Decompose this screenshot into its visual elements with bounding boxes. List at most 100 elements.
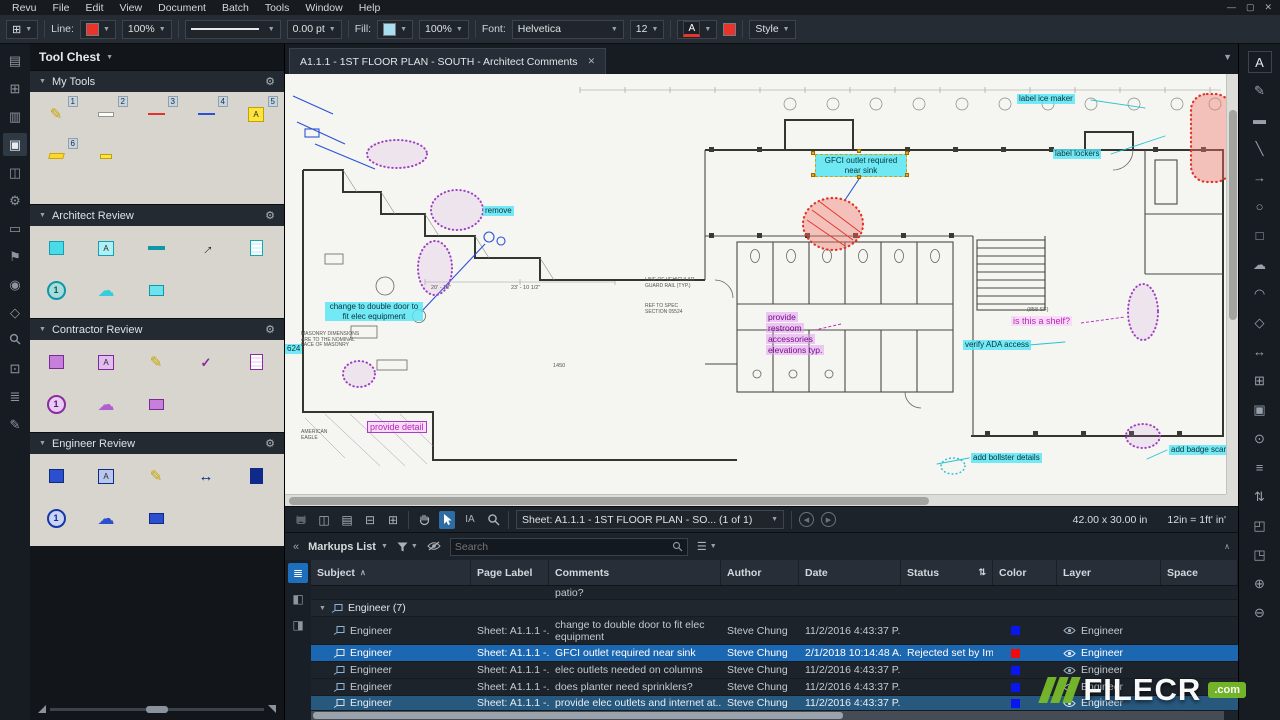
menu-batch[interactable]: Batch (214, 2, 257, 14)
section-header-my-tools[interactable]: ▼ My Tools ⚙ (30, 70, 284, 92)
tool-callout-blue[interactable] (139, 503, 173, 533)
tool-note-blue[interactable] (39, 461, 73, 491)
rectangle-icon[interactable]: □ (1248, 225, 1272, 247)
tool-note-purple[interactable] (39, 347, 73, 377)
tool-red-pen[interactable]: 3 (139, 96, 178, 129)
menu-edit[interactable]: Edit (77, 2, 111, 14)
fill-opacity-dropdown[interactable]: 100% ▼ (419, 19, 469, 39)
sort-icon[interactable]: ⇅ (1248, 486, 1272, 508)
tool-dimension-blue[interactable]: ↔ (189, 461, 223, 491)
list-options-icon[interactable]: ☰ ▼ (697, 540, 717, 553)
thumbnails-icon[interactable]: ⊞ (3, 77, 27, 100)
ellipse-icon[interactable]: ○ (1248, 196, 1272, 218)
collapse-panel-icon[interactable]: « (293, 541, 299, 553)
selection-handle[interactable] (905, 173, 909, 177)
search-input[interactable] (454, 540, 672, 553)
selection-handle[interactable] (857, 149, 861, 153)
menu-file[interactable]: File (45, 2, 78, 14)
close-icon[interactable]: ✕ (1264, 2, 1272, 13)
markup-remove[interactable]: remove (483, 206, 514, 216)
tool-callout-cyan[interactable] (139, 275, 173, 305)
continuous-pages-icon[interactable]: ▤ (339, 511, 355, 529)
column-space[interactable]: Space (1161, 560, 1238, 585)
tool-pencil-yellow[interactable]: ✎ (139, 347, 173, 377)
minimize-icon[interactable]: — (1227, 2, 1236, 13)
tool-blue-line[interactable]: 4 (189, 96, 228, 129)
tool-note-cyan[interactable] (39, 233, 73, 263)
table-icon[interactable]: ⊞ (1248, 370, 1272, 392)
expand-panel-icon[interactable]: ∧ (1224, 542, 1230, 551)
markups-list-view-icon[interactable]: ≣ (288, 563, 308, 583)
markup-shelf[interactable]: is this a shelf? (1011, 316, 1073, 326)
group-expand-icon[interactable]: ▼ (319, 605, 326, 612)
scrollbar-thumb[interactable] (1229, 110, 1237, 320)
tool-chest-header[interactable]: Tool Chest ▼ (30, 44, 284, 70)
stamps-icon[interactable]: ◉ (3, 273, 27, 296)
stamp-icon[interactable]: ⊙ (1248, 428, 1272, 450)
markup-gfci-selected[interactable]: GFCI outlet required near sink (815, 154, 907, 177)
properties-icon[interactable]: ▤ (3, 49, 27, 72)
markup-label-ice-maker[interactable]: label ice maker (1017, 94, 1075, 104)
menu-help[interactable]: Help (351, 2, 389, 14)
flags-icon[interactable]: ⚑ (3, 245, 27, 268)
view-forward-icon[interactable]: ▶ (821, 512, 836, 527)
font-dropdown[interactable]: Helvetica ▼ (511, 19, 624, 39)
zoom-out-icon[interactable]: ⊖ (1248, 602, 1272, 624)
slider-min-handle[interactable] (38, 705, 46, 713)
menu-revu[interactable]: Revu (4, 2, 45, 14)
style-dropdown[interactable]: Style ▼ (749, 19, 796, 39)
pan-hand-icon[interactable] (416, 511, 432, 529)
menu-document[interactable]: Document (150, 2, 214, 14)
split-view-icon[interactable]: ⊟ (362, 511, 378, 529)
column-layer[interactable]: Layer (1057, 560, 1161, 585)
table-row-selected[interactable]: Engineer Sheet: A1.1.1 -... GFCI outlet … (311, 645, 1238, 662)
document-tab[interactable]: A1.1.1 - 1ST FLOOR PLAN - SOUTH - Archit… (289, 48, 607, 74)
markups-horizontal-scrollbar[interactable] (311, 711, 1224, 720)
selection-handle[interactable] (857, 175, 861, 179)
tool-pencil[interactable]: ✎ 1 (39, 96, 78, 129)
tool-pencil-yellow[interactable]: ✎ (139, 461, 173, 491)
markup-restroom-1[interactable]: provide (766, 312, 798, 322)
highlighter-icon[interactable]: ▬ (1248, 109, 1272, 131)
gear-icon[interactable]: ⚙ (265, 437, 275, 450)
tool-check-purple[interactable]: ✓ (189, 347, 223, 377)
canvas-vertical-scrollbar[interactable] (1226, 74, 1238, 494)
column-subject[interactable]: Subject ∧ (311, 560, 471, 585)
bookmarks-icon[interactable]: ▥ (3, 105, 27, 128)
tool-sticky-purple[interactable]: A (89, 347, 123, 377)
tool-highlighter[interactable]: 6 (39, 138, 78, 171)
line-color-picker[interactable]: ▼ (79, 19, 116, 39)
sheet-dropdown[interactable]: Sheet: A1.1.1 - 1ST FLOOR PLAN - SO... (… (516, 510, 784, 529)
text-color-swatch[interactable] (723, 22, 737, 36)
column-date[interactable]: Date (799, 560, 901, 585)
selection-handle[interactable] (905, 151, 909, 155)
color-swatch[interactable] (1011, 626, 1020, 635)
panel-zoom-slider[interactable] (38, 704, 276, 714)
slider-max-handle[interactable] (268, 705, 276, 713)
fill-color-picker[interactable]: ▼ (377, 19, 414, 39)
arrow-icon[interactable]: → (1248, 167, 1272, 189)
tab-list-chevron-icon[interactable]: ▼ (1223, 52, 1232, 62)
markup-restroom-4[interactable]: elevations typ. (766, 345, 825, 355)
tool-cloud-cyan[interactable]: ☁ (89, 275, 123, 305)
studio-icon[interactable]: ≣ (3, 385, 27, 408)
tool-count-cyan[interactable]: 1 (39, 275, 73, 305)
view-back-icon[interactable]: ◀ (799, 512, 814, 527)
select-cursor-icon[interactable] (439, 510, 455, 529)
markup-label-lockers[interactable]: label lockers (1053, 149, 1102, 159)
line-style-dropdown[interactable]: ▼ (184, 19, 281, 39)
maximize-icon[interactable]: ▢ (1246, 2, 1255, 13)
markup-624[interactable]: 624 (285, 344, 303, 354)
section-header-architect-review[interactable]: ▼ Architect Review ⚙ (30, 204, 284, 226)
fit-width-icon[interactable]: ◰ (1248, 515, 1272, 537)
previous-markup-icon[interactable]: ◧ (288, 589, 308, 609)
text-select-icon[interactable]: ΙA (462, 511, 478, 529)
table-row-partial[interactable]: patio? (311, 586, 1238, 600)
tool-eraser-line[interactable]: 2 (89, 96, 128, 129)
spaces-icon[interactable]: ◇ (3, 301, 27, 324)
image-icon[interactable]: ▣ (1248, 399, 1272, 421)
tool-doc-blue[interactable] (239, 461, 273, 491)
more-tools-icon[interactable]: ≡ (1248, 457, 1272, 479)
tool-sticky-cyan[interactable]: A (89, 233, 123, 263)
section-header-engineer-review[interactable]: ▼ Engineer Review ⚙ (30, 432, 284, 454)
